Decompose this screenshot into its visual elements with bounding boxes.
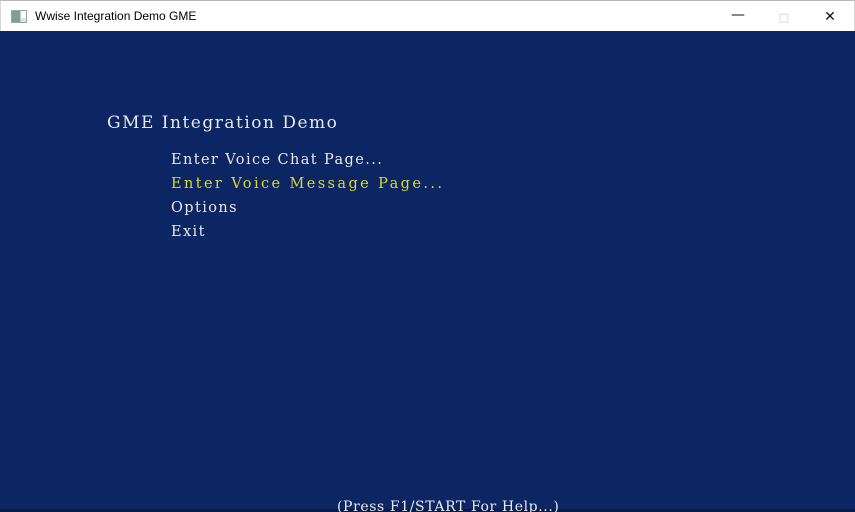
main-menu: Enter Voice Chat Page... Enter Voice Mes… bbox=[171, 148, 444, 244]
menu-item-enter-voice-message-page[interactable]: Enter Voice Message Page... bbox=[171, 172, 444, 196]
menu-item-options[interactable]: Options bbox=[171, 196, 444, 220]
close-button[interactable]: ✕ bbox=[807, 2, 853, 32]
app-window: Wwise Integration Demo GME — □ ✕ GME Int… bbox=[0, 0, 855, 512]
page-title: GME Integration Demo bbox=[107, 113, 338, 133]
app-icon bbox=[11, 10, 27, 23]
minimize-button[interactable]: — bbox=[715, 2, 761, 32]
help-hint: (Press F1/START For Help...) bbox=[337, 499, 559, 512]
titlebar-controls: — □ ✕ bbox=[715, 2, 853, 32]
titlebar: Wwise Integration Demo GME — □ ✕ bbox=[0, 0, 855, 31]
window-title: Wwise Integration Demo GME bbox=[35, 9, 196, 23]
client-area: GME Integration Demo Enter Voice Chat Pa… bbox=[0, 31, 855, 512]
menu-item-enter-voice-chat-page[interactable]: Enter Voice Chat Page... bbox=[171, 148, 444, 172]
minimize-icon: — bbox=[731, 8, 745, 22]
close-icon: ✕ bbox=[824, 10, 836, 24]
maximize-button: □ bbox=[761, 2, 807, 32]
maximize-icon: □ bbox=[779, 12, 789, 23]
menu-item-exit[interactable]: Exit bbox=[171, 220, 444, 244]
